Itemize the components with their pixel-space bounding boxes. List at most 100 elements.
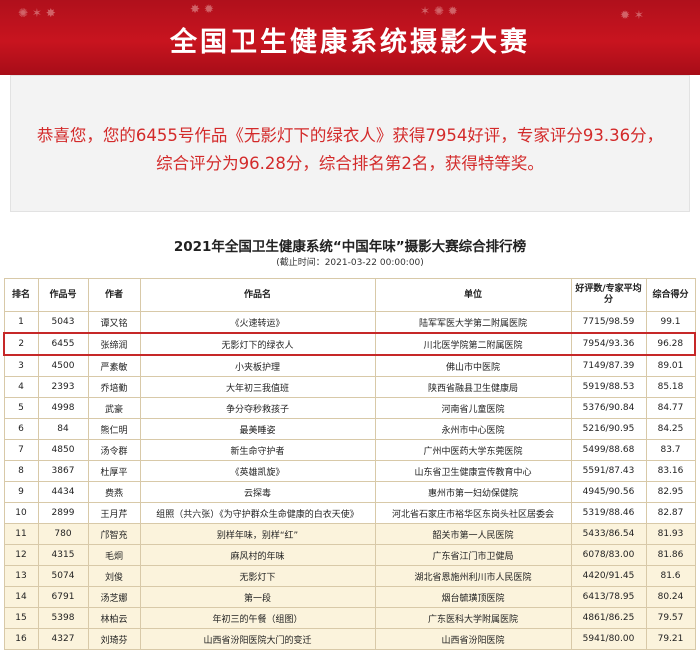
table-row: 15 5398 林柏云 年初三的午餐（组图） 广东医科大学附属医院 4861/86.25 7… — [3, 607, 696, 629]
table-row: 5 4998 武豪 争分夺秒救孩子 河南省儿童医院 5376/90.84 84.77 — [3, 397, 696, 419]
table-row: 3 4500 严素敏 小夹板护理 佛山市中医院 7149/87.39 89.01 — [3, 354, 696, 377]
cell-work-name: 《英雄凯旋》 — [139, 460, 376, 482]
cell-unit: 山东省卫生健康宣传教育中心 — [374, 460, 572, 482]
table-row: 14 6791 汤芝娜 第一段 烟台毓璜顶医院 6413/78.95 80.24 — [3, 586, 696, 608]
cell-work-no: 5398 — [37, 607, 89, 629]
cell-unit: 陆军军医大学第二附属医院 — [374, 311, 572, 334]
cell-work-no: 3867 — [37, 460, 89, 482]
cell-work-no: 5074 — [37, 565, 89, 587]
cell-rank: 9 — [3, 481, 39, 503]
cell-unit: 韶关市第一人民医院 — [374, 523, 572, 545]
cell-score: 7715/98.59 — [570, 311, 647, 334]
cell-total: 85.18 — [645, 376, 696, 398]
cell-total: 83.16 — [645, 460, 696, 482]
table-row: 6 84 熊仁明 最美睡姿 永州市中心医院 5216/90.95 84.25 — [3, 418, 696, 440]
table-row: 4 2393 乔培勤 大年初三我值班 陕西省融县卫生健康局 5919/88.53 85.18 — [3, 376, 696, 398]
table-row: 10 2899 王月芹 组照（共六张）《为守护群众生命健康的白衣天使》 河北省石家庄市裕… — [3, 502, 696, 524]
cell-total: 84.25 — [645, 418, 696, 440]
header-score: 好评数/专家平均分 — [570, 278, 647, 312]
cell-total: 81.86 — [645, 544, 696, 566]
cell-work-no: 4500 — [37, 354, 89, 377]
cell-rank: 12 — [3, 544, 39, 566]
header-author: 作者 — [87, 278, 141, 312]
cell-unit: 烟台毓璜顶医院 — [374, 586, 572, 608]
cell-total: 82.95 — [645, 481, 696, 503]
cell-work-no: 4315 — [37, 544, 89, 566]
cell-work-name: 《火速转运》 — [139, 311, 376, 334]
cell-author: 汤芝娜 — [87, 586, 141, 608]
leaderboard-cutoff: (截止时间：2021-03-22 00:00:00) — [276, 258, 424, 268]
cell-work-no: 4850 — [37, 439, 89, 461]
firework-decoration: ✺ ✶ ✸ — [18, 6, 56, 20]
cell-score: 4945/90.56 — [570, 481, 647, 503]
cell-unit: 惠州市第一妇幼保健院 — [374, 481, 572, 503]
cell-rank: 15 — [3, 607, 39, 629]
cell-work-name: 新生命守护者 — [139, 439, 376, 461]
cell-score: 5919/88.53 — [570, 376, 647, 398]
cell-rank: 16 — [3, 628, 39, 650]
cell-unit: 广州中医药大学东莞医院 — [374, 439, 572, 461]
cell-work-name: 大年初三我值班 — [139, 376, 376, 398]
cell-rank: 6 — [3, 418, 39, 440]
cell-rank: 11 — [3, 523, 39, 545]
cell-work-name: 争分夺秒救孩子 — [139, 397, 376, 419]
cell-work-name: 无影灯下的绿衣人 — [139, 332, 376, 356]
cell-work-no: 6791 — [37, 586, 89, 608]
cell-work-name: 小夹板护理 — [139, 354, 376, 377]
cell-rank: 10 — [3, 502, 39, 524]
cell-rank: 8 — [3, 460, 39, 482]
firework-decoration: ✶ ✺ ✹ — [420, 4, 458, 18]
cell-author: 乔培勤 — [87, 376, 141, 398]
table-header-row: 排名 作品号 作者 作品名 单位 好评数/专家平均分 综合得分 — [3, 278, 696, 312]
cell-score: 5319/88.46 — [570, 502, 647, 524]
cell-rank: 4 — [3, 376, 39, 398]
cell-author: 邝智充 — [87, 523, 141, 545]
cell-total: 84.77 — [645, 397, 696, 419]
cell-work-no: 6455 — [37, 332, 89, 356]
cell-author: 林柏云 — [87, 607, 141, 629]
cell-rank: 2 — [3, 332, 39, 356]
leaderboard-title: 2021年全国卫生健康系统“中国年味”摄影大赛综合排行榜 — [173, 239, 527, 255]
cell-unit: 陕西省融县卫生健康局 — [374, 376, 572, 398]
award-message: 恭喜您，您的6455号作品《无影灯下的绿衣人》获得7954好评，专家评分93.3… — [36, 126, 664, 173]
cell-work-name: 年初三的午餐（组图） — [139, 607, 376, 629]
cell-work-no: 2393 — [37, 376, 89, 398]
header-work-name: 作品名 — [139, 278, 376, 312]
table-row: 9 4434 费燕 云探毒 惠州市第一妇幼保健院 4945/90.56 82.95 — [3, 481, 696, 503]
cell-unit: 河北省石家庄市裕华区东岗头社区居委会 — [374, 502, 572, 524]
cell-author: 刘琦芬 — [87, 628, 141, 650]
cell-work-no: 4998 — [37, 397, 89, 419]
header-total: 综合得分 — [645, 278, 696, 312]
table-row: 13 5074 刘俊 无影灯下 湖北省恩施州利川市人民医院 4420/91.45 81.6 — [3, 565, 696, 587]
table-row: 11 780 邝智充 别样年味，别样“红” 韶关市第一人民医院 5433/86.54 81.… — [3, 523, 696, 545]
header-work-no: 作品号 — [37, 278, 89, 312]
cell-score: 5433/86.54 — [570, 523, 647, 545]
cell-score: 4861/86.25 — [570, 607, 647, 629]
cell-total: 96.28 — [645, 332, 696, 356]
cell-score: 5376/90.84 — [570, 397, 647, 419]
cell-work-name: 别样年味，别样“红” — [139, 523, 376, 545]
table-row: 12 4315 毛炯 麻风村的年味 广东省江门市卫健局 6078/83.00 81.86 — [3, 544, 696, 566]
table-row: 8 3867 杜厚平 《英雄凯旋》 山东省卫生健康宣传教育中心 5591/87.43 83.… — [3, 460, 696, 482]
cell-work-name: 第一段 — [139, 586, 376, 608]
firework-decoration: ✸ ✹ — [190, 2, 214, 16]
cell-work-no: 5043 — [37, 311, 89, 334]
cell-author: 严素敏 — [87, 354, 141, 377]
cell-work-name: 组照（共六张）《为守护群众生命健康的白衣天使》 — [139, 502, 376, 524]
cell-author: 熊仁明 — [87, 418, 141, 440]
cell-author: 刘俊 — [87, 565, 141, 587]
cell-score: 5499/88.68 — [570, 439, 647, 461]
cell-author: 费燕 — [87, 481, 141, 503]
cell-rank: 3 — [3, 354, 39, 377]
cell-work-no: 84 — [37, 418, 89, 440]
cell-work-no: 2899 — [37, 502, 89, 524]
cell-author: 杜厚平 — [87, 460, 141, 482]
header-unit: 单位 — [374, 278, 572, 312]
cell-author: 汤令群 — [87, 439, 141, 461]
cell-score: 7149/87.39 — [570, 354, 647, 377]
cell-total: 89.01 — [645, 354, 696, 377]
cell-unit: 川北医学院第二附属医院 — [374, 332, 572, 356]
cell-unit: 广东医科大学附属医院 — [374, 607, 572, 629]
cell-author: 武豪 — [87, 397, 141, 419]
table-row-highlighted: 2 6455 张缔润 无影灯下的绿衣人 川北医学院第二附属医院 7954/93.36 96.… — [3, 332, 696, 356]
